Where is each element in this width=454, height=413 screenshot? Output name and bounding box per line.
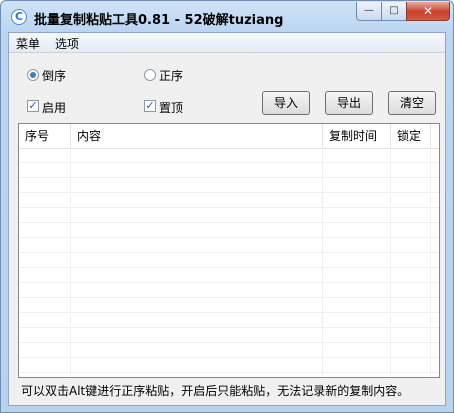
enable-label[interactable]: 启用 [42, 99, 66, 116]
column-header-content[interactable]: 内容 [71, 124, 323, 148]
forward-order-label[interactable]: 正序 [159, 67, 183, 84]
minimize-button[interactable]: — [356, 2, 382, 21]
list-row-empty [19, 193, 439, 208]
app-window: C 批量复制粘贴工具0.81 - 52破解tuziang — □ ✕ 菜单 选项… [0, 0, 454, 413]
column-header-index[interactable]: 序号 [19, 124, 71, 148]
list-row-empty [19, 178, 439, 193]
reverse-order-radio[interactable] [27, 69, 39, 81]
menu-bar: 菜单 选项 [9, 33, 445, 53]
menu-item-menu[interactable]: 菜单 [16, 35, 40, 52]
list-row-empty [19, 298, 439, 313]
list-row-empty [19, 313, 439, 328]
window-title: 批量复制粘贴工具0.81 - 52破解tuziang [34, 13, 284, 28]
export-button[interactable]: 导出 [325, 91, 373, 115]
list-row-empty [19, 253, 439, 268]
list-row-empty [19, 268, 439, 283]
list-row-empty [19, 148, 439, 163]
list-row-empty [19, 223, 439, 238]
list-row-empty [19, 328, 439, 343]
list-row-empty [19, 358, 439, 373]
pin-top-label[interactable]: 置顶 [159, 99, 183, 116]
list-header: 序号 内容 复制时间 锁定 [19, 124, 439, 149]
column-header-copy-time[interactable]: 复制时间 [323, 124, 391, 148]
enable-checkbox[interactable]: ✓ [27, 100, 39, 112]
list-row-empty [19, 238, 439, 253]
list-row-empty [19, 283, 439, 298]
maximize-button[interactable]: □ [381, 2, 407, 21]
title-bar[interactable]: C 批量复制粘贴工具0.81 - 52破解tuziang — □ ✕ [1, 1, 453, 33]
client-area: 菜单 选项 倒序 正序 ✓ 启用 ✓ 置顶 导入 导出 清空 序号 内容 复制时… [8, 32, 446, 406]
list-row-empty [19, 208, 439, 223]
import-button[interactable]: 导入 [262, 91, 310, 115]
clear-button[interactable]: 清空 [388, 91, 436, 115]
close-button[interactable]: ✕ [406, 2, 450, 21]
menu-item-options[interactable]: 选项 [55, 35, 79, 52]
status-hint: 可以双击Alt键进行正序粘贴，开启后只能粘贴，无法记录新的复制内容。 [21, 384, 410, 398]
forward-order-radio[interactable] [144, 69, 156, 81]
app-icon: C [11, 9, 27, 25]
pin-top-checkbox[interactable]: ✓ [144, 100, 156, 112]
reverse-order-label[interactable]: 倒序 [42, 67, 66, 84]
list-row-empty [19, 163, 439, 178]
list-row-empty [19, 343, 439, 358]
clipboard-list[interactable]: 序号 内容 复制时间 锁定 [18, 123, 440, 378]
column-header-lock[interactable]: 锁定 [391, 124, 431, 148]
